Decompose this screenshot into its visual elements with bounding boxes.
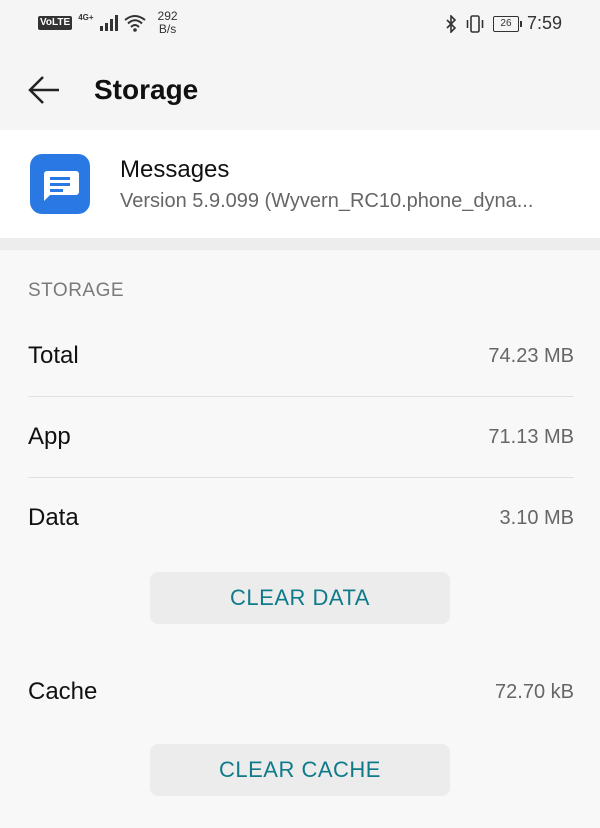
toolbar: Storage — [0, 50, 600, 130]
battery-icon: 26 — [492, 15, 522, 32]
section-divider — [0, 238, 600, 250]
page-title: Storage — [94, 74, 199, 105]
speed-unit: B/s — [158, 22, 177, 36]
back-arrow-icon[interactable] — [26, 72, 62, 108]
row-value: 72.70 kB — [495, 681, 574, 703]
row-label: Total — [28, 342, 79, 369]
network-type: 4G+ — [78, 12, 94, 22]
section-header: STORAGE — [28, 280, 125, 301]
row-value: 74.23 MB — [488, 345, 574, 367]
network-speed: 292 B/s — [158, 10, 178, 36]
row-data: Data 3.10 MB — [28, 478, 574, 558]
volte-badge: VoLTE — [38, 16, 73, 30]
row-app: App 71.13 MB — [28, 397, 574, 477]
wifi-icon — [123, 15, 146, 32]
signal-icon — [99, 15, 118, 31]
row-total: Total 74.23 MB — [28, 316, 574, 396]
row-cache: Cache 72.70 kB — [28, 652, 574, 732]
storage-section: STORAGE Total 74.23 MB App 71.13 MB Data… — [0, 250, 600, 828]
clear-cache-button[interactable]: CLEAR CACHE — [150, 744, 450, 796]
app-version: Version 5.9.099 (Wyvern_RC10.phone_dyna.… — [120, 190, 534, 212]
status-left: VoLTE 4G+ 292 B/s — [38, 10, 178, 36]
row-label: Data — [28, 504, 79, 531]
app-name: Messages — [120, 156, 230, 183]
status-bar: VoLTE 4G+ 292 B/s 26 7:59 — [0, 0, 600, 50]
row-label: App — [28, 423, 71, 450]
row-value: 3.10 MB — [499, 507, 574, 529]
row-value: 71.13 MB — [488, 426, 574, 448]
clear-data-button[interactable]: CLEAR DATA — [150, 572, 450, 624]
status-right: 26 7:59 — [445, 13, 562, 34]
app-header: Messages Version 5.9.099 (Wyvern_RC10.ph… — [0, 130, 600, 238]
clock: 7:59 — [526, 13, 562, 33]
bluetooth-icon — [446, 14, 457, 33]
messages-app-icon — [30, 154, 90, 214]
row-label: Cache — [28, 678, 98, 705]
vibrate-icon — [466, 14, 484, 33]
